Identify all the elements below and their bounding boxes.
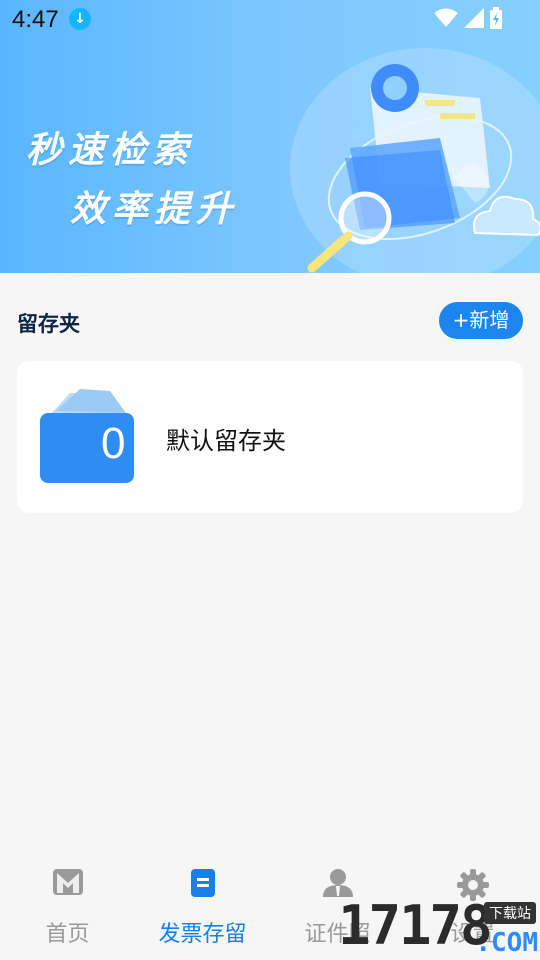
folder-card[interactable]: 0 默认留存夹 — [17, 361, 523, 513]
wifi-icon — [434, 8, 458, 27]
tab-home[interactable]: 首页 — [0, 858, 135, 960]
status-indicators — [434, 7, 502, 29]
section-title: 留存夹 — [17, 308, 80, 338]
home-icon — [52, 869, 83, 895]
tab-id-photo[interactable]: 证件照 — [270, 858, 405, 960]
tab-home-label: 首页 — [45, 922, 90, 947]
battery-icon — [490, 7, 502, 29]
tab-invoice-label: 发票存留 — [158, 922, 247, 947]
gear-icon — [456, 869, 489, 901]
banner-headline-1: 秒速检索 — [26, 130, 195, 171]
status-bar: 4:47 ↓ — [0, 0, 540, 38]
tab-id-photo-label: 证件照 — [304, 922, 371, 947]
banner-headline-2: 效率提升 — [70, 189, 239, 230]
signal-icon — [464, 8, 484, 28]
banner: 秒速检索 效率提升 — [0, 0, 540, 273]
tab-settings-label: 设置 — [450, 922, 495, 947]
tab-settings[interactable]: 设置 — [405, 858, 540, 960]
bottom-tab-bar: 首页 发票存留 证件照 设置 — [0, 858, 540, 960]
tab-invoice[interactable]: 发票存留 — [135, 858, 270, 960]
person-icon — [322, 869, 353, 897]
invoice-icon — [190, 869, 215, 897]
add-folder-button[interactable]: +新增 — [439, 302, 523, 339]
status-time: 4:47 — [12, 6, 59, 33]
folder-count: 0 — [101, 419, 126, 468]
download-icon: ↓ — [69, 8, 91, 30]
banner-illustration — [307, 64, 540, 273]
folder-name: 默认留存夹 — [166, 427, 286, 455]
